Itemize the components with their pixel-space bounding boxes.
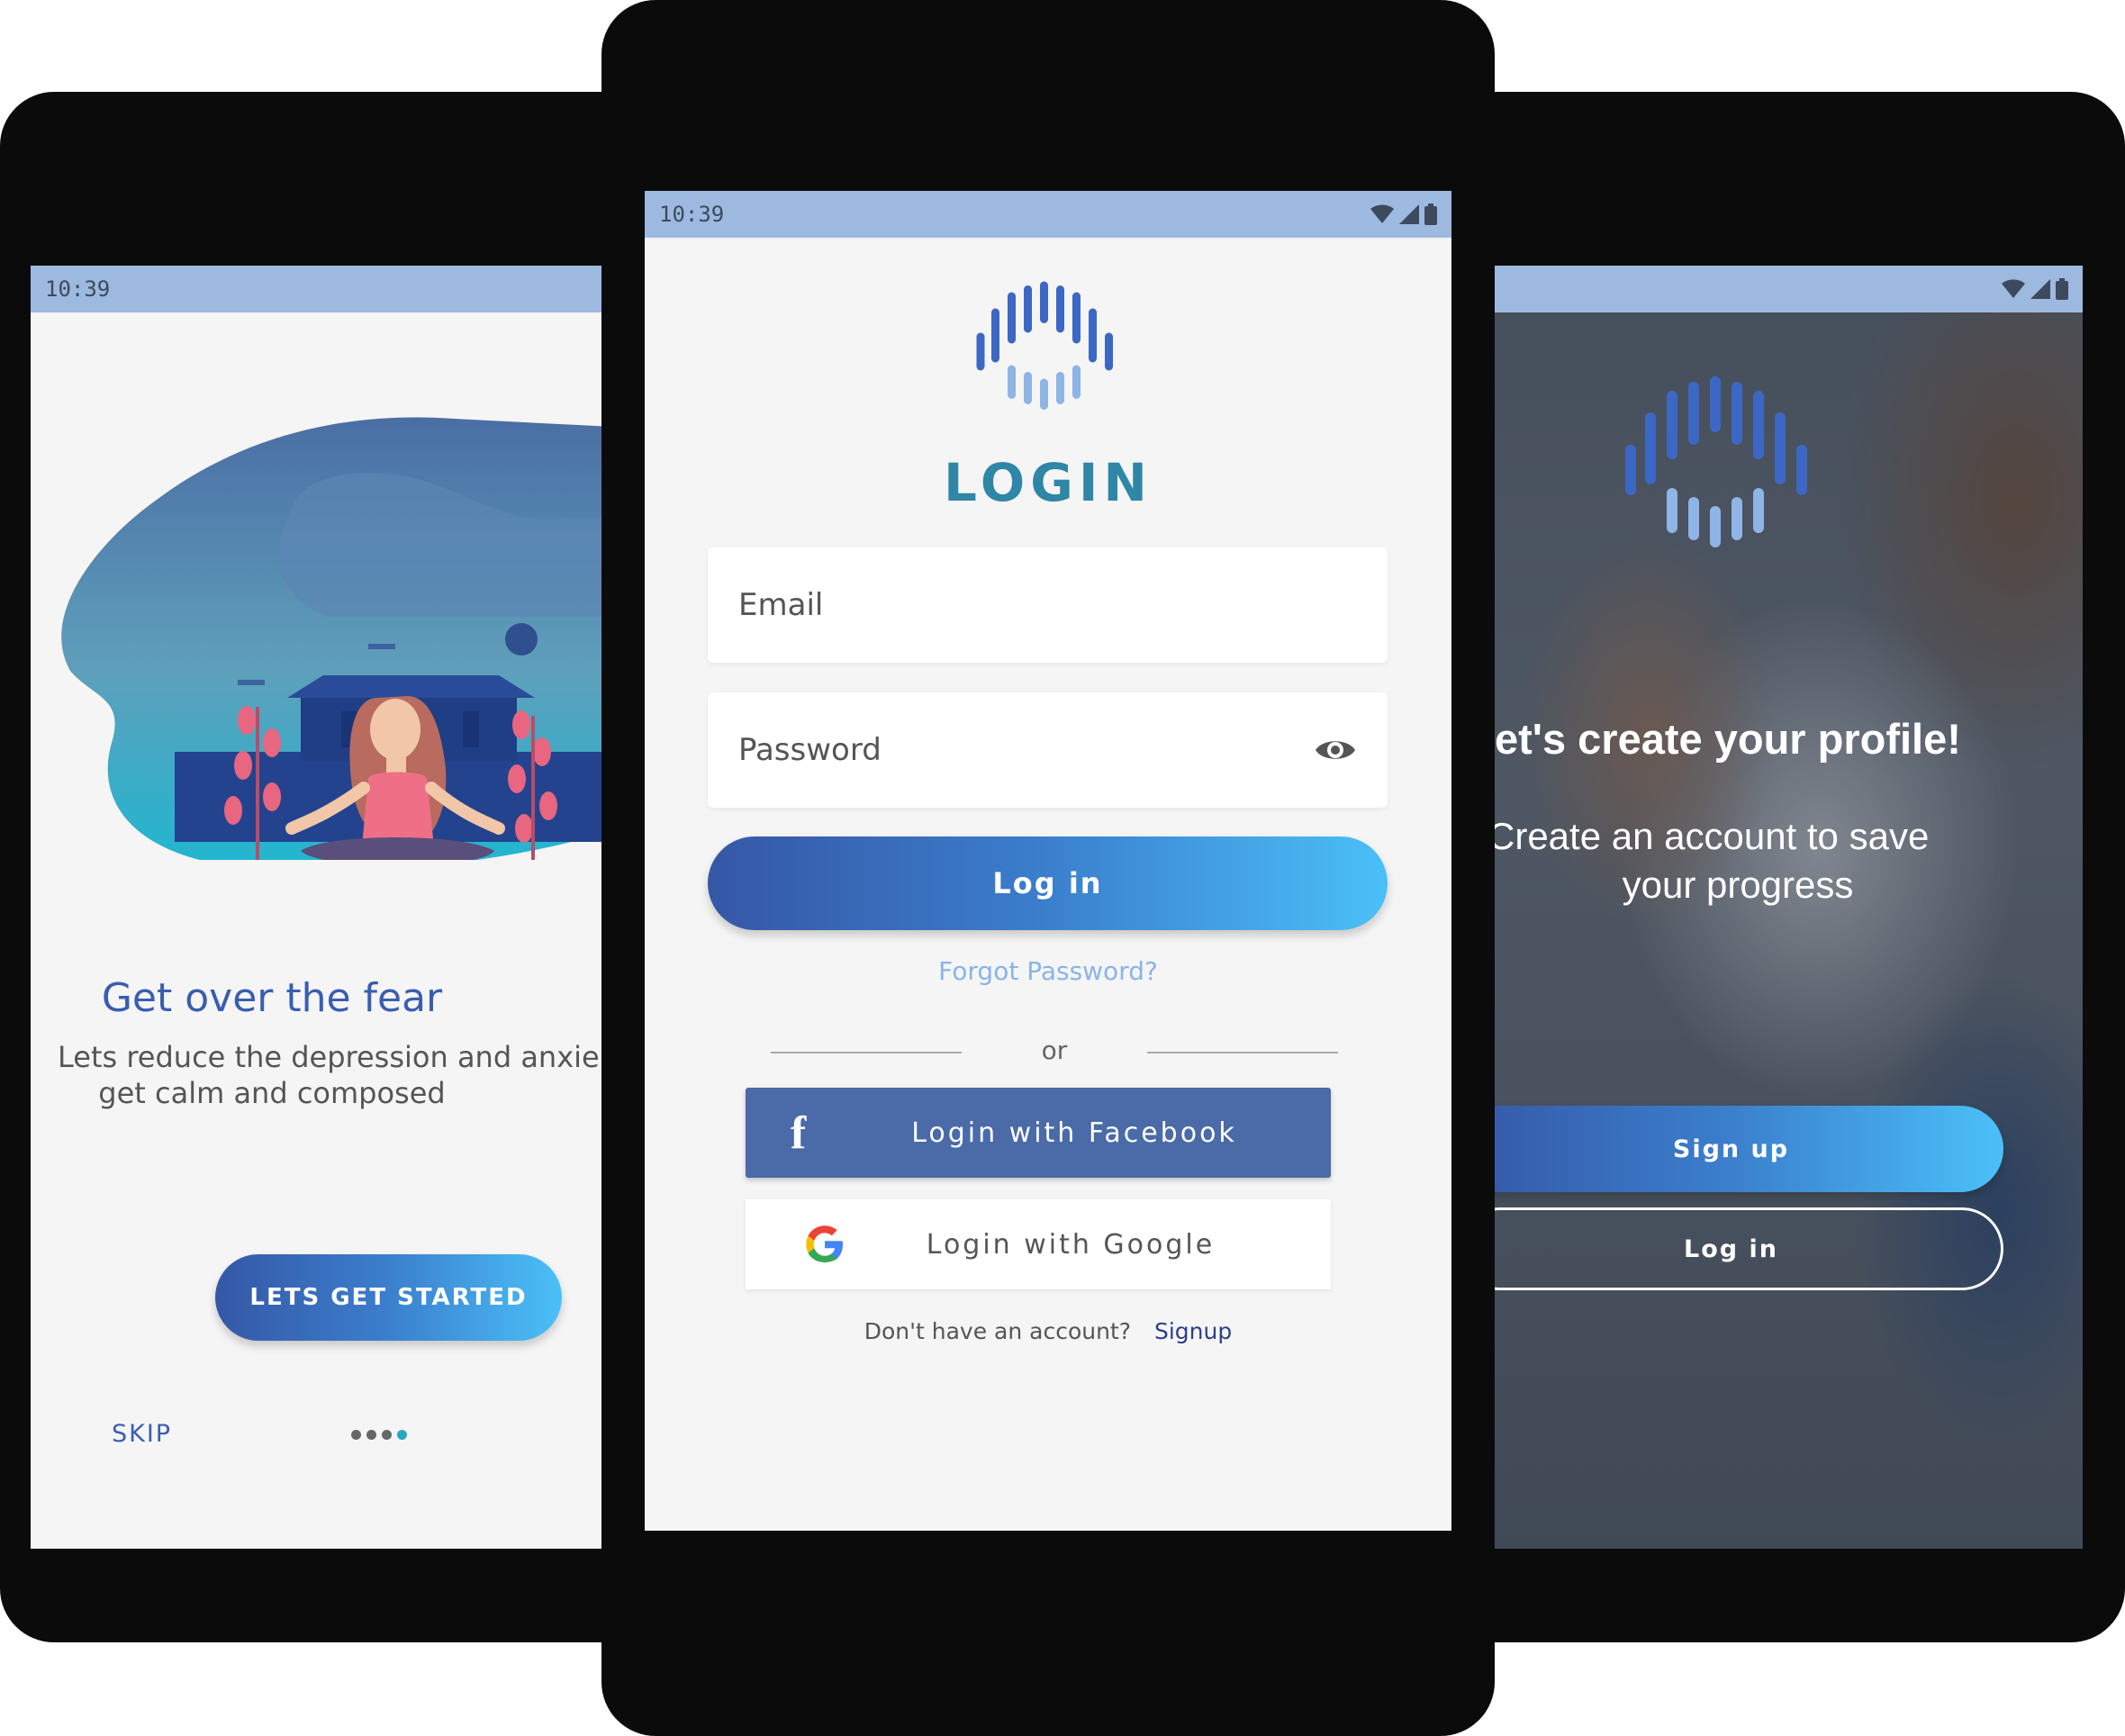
facebook-icon: f [790,1107,809,1159]
password-placeholder: Password [738,732,882,768]
create-profile-sub-line2: your progress [1622,863,1854,906]
app-logo-icon [976,281,1113,410]
login-title: LOGIN [944,452,1153,513]
signup-link[interactable]: Signup [1154,1318,1232,1344]
skip-button[interactable]: SKIP [112,1420,172,1448]
eye-icon[interactable] [1314,736,1357,764]
sign-up-button[interactable]: Sign up [1495,1106,2003,1192]
battery-icon [2056,278,2068,300]
create-profile-sub-line1: Create an account to save [1495,815,1930,857]
login-with-facebook-button[interactable]: f Login with Facebook [746,1088,1331,1178]
login-with-google-button[interactable]: Login with Google [746,1199,1331,1289]
phone-onboarding: 10:39 Get over the fear Lets reduce the … [0,92,630,1642]
signal-icon [1399,204,1419,224]
status-time: 10:39 [659,202,725,227]
no-account-text: Don't have an account? [864,1318,1132,1344]
status-bar: 10:39 [31,266,630,312]
forgot-password-link[interactable]: Forgot Password? [645,956,1451,986]
google-label: Login with Google [926,1228,1216,1261]
wifi-icon [2002,279,2025,298]
page-dot[interactable] [351,1430,361,1440]
page-indicator [351,1430,407,1440]
battery-icon [1424,203,1437,225]
lets-get-started-button[interactable]: LETS GET STARTED [215,1254,562,1341]
facebook-label: Login with Facebook [911,1117,1237,1149]
create-profile-screen: et's create your profile! Create an acco… [1495,266,2083,1549]
page-dot[interactable] [382,1430,392,1440]
status-time: 10:39 [45,276,111,302]
status-bar [1495,266,2083,312]
email-field[interactable]: Email [708,547,1388,663]
onboarding-headline: Get over the fear [101,975,443,1021]
meditation-illustration [61,417,630,860]
create-profile-headline: et's create your profile! [1495,715,1961,763]
signup-prompt: Don't have an account? Signup [645,1318,1451,1344]
email-placeholder: Email [738,587,824,623]
page-dot[interactable] [366,1430,376,1440]
log-in-outline-button[interactable]: Log in [1495,1207,2003,1290]
status-bar: 10:39 [645,191,1451,238]
signal-icon [2030,279,2050,299]
password-field[interactable]: Password [708,692,1388,808]
phone-create-profile: et's create your profile! Create an acco… [1477,92,2125,1642]
app-logo-icon [1625,376,1807,547]
onboarding-screen: 10:39 Get over the fear Lets reduce the … [31,266,630,1549]
phone-login: 10:39 LOGIN Email Password Log in Forgot… [601,0,1495,1736]
divider-line-right [1147,1052,1338,1053]
page-dot-active[interactable] [397,1430,407,1440]
log-in-button[interactable]: Log in [708,836,1388,930]
onboarding-body-line2: get calm and composed [98,1076,446,1110]
or-label: or [1041,1035,1068,1065]
onboarding-body-line1: Lets reduce the depression and anxie [58,1040,600,1074]
login-screen: 10:39 LOGIN Email Password Log in Forgot… [645,191,1451,1531]
or-divider: or [771,1034,1338,1070]
google-icon [806,1225,843,1262]
wifi-icon [1370,204,1394,223]
